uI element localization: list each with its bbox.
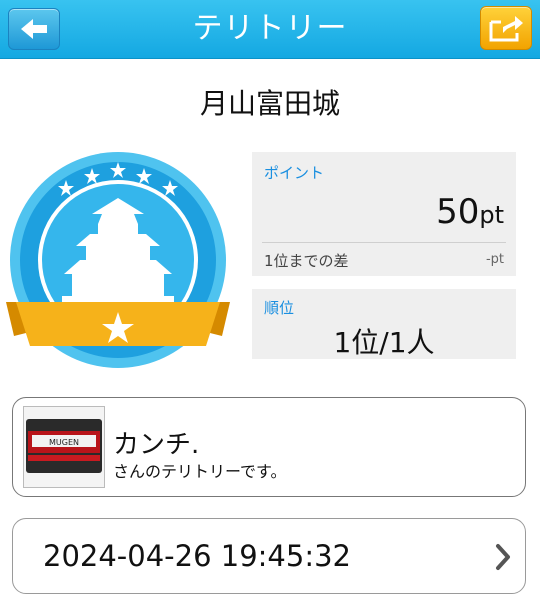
owner-subtitle: さんのテリトリーです。 (113, 462, 287, 481)
page-title: テリトリー (192, 11, 348, 46)
owner-name: カンチ. (113, 430, 200, 460)
points-value: 50pt (436, 192, 504, 232)
castle-name: 月山富田城 (199, 87, 340, 120)
points-panel: ポイント 50pt 1位までの差 -pt (252, 152, 516, 276)
diff-to-first-value: -pt (485, 252, 504, 267)
divider (262, 242, 506, 243)
rank-panel: 順位 1位/1人 (252, 289, 516, 359)
visit-datetime: 2024-04-26 19:45:32 (43, 539, 351, 573)
rank-label: 順位 (264, 299, 295, 317)
points-number: 50 (436, 192, 480, 232)
points-unit: pt (479, 201, 504, 229)
chevron-right-icon (496, 544, 510, 570)
rank-value: 1位/1人 (333, 326, 435, 359)
points-label: ポイント (264, 164, 325, 182)
diff-to-first-label: 1位までの差 (264, 252, 349, 270)
owner-avatar-text: MUGEN (49, 438, 79, 447)
share-button[interactable] (480, 6, 532, 50)
app-header: テリトリー (0, 0, 540, 59)
visit-datetime-row[interactable]: 2024-04-26 19:45:32 (12, 518, 526, 594)
share-icon (489, 16, 523, 42)
owner-card[interactable]: MUGEN カンチ. さんのテリトリーです。 (12, 397, 526, 497)
owner-avatar: MUGEN (23, 406, 105, 488)
castle-badge-icon (6, 150, 232, 370)
